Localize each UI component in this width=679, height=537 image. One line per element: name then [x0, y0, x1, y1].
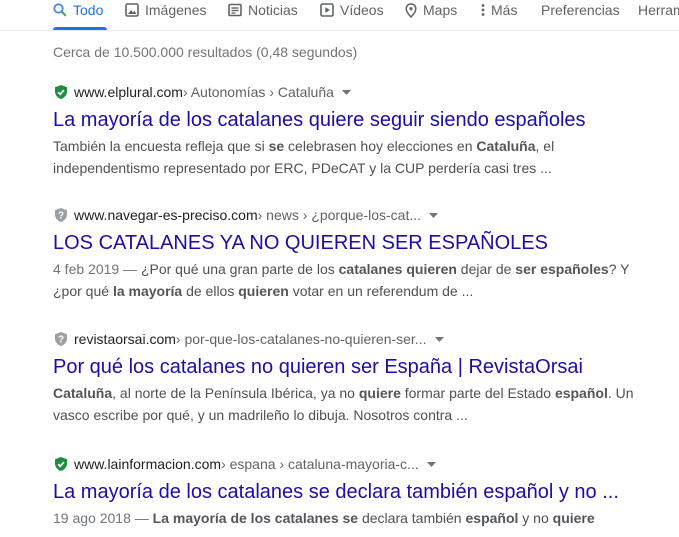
result-title-link[interactable]: La mayoría de los catalanes se declara t… — [53, 479, 653, 505]
snippet-highlight: La mayoría de los catalanes se — [152, 510, 359, 526]
result-url[interactable]: www.elplural.com › Autonomías › Cataluña — [53, 82, 653, 102]
result-domain: www.elplural.com — [74, 84, 183, 100]
tab-noticias[interactable]: Noticias — [228, 0, 298, 20]
snippet-text: votar en un referendum de ... — [288, 283, 474, 299]
video-icon — [320, 3, 334, 17]
result-domain: www.lainformacion.com — [74, 456, 222, 472]
tab-label: Maps — [423, 2, 458, 18]
result-date: 19 ago 2018 — — [53, 510, 153, 526]
result-url[interactable]: ? www.navegar-es-preciso.com › news › ¿p… — [53, 205, 653, 225]
result-breadcrumb: › Autonomías › Cataluña — [182, 84, 334, 100]
tab-videos[interactable]: Vídeos — [320, 0, 384, 20]
snippet-highlight: catalanes quieren — [338, 261, 457, 277]
search-result: www.lainformacion.com › espana › catalun… — [53, 454, 653, 529]
snippet-highlight: español — [465, 510, 519, 526]
caret-down-icon[interactable] — [341, 89, 351, 95]
result-snippet: 19 ago 2018 — La mayoría de los catalane… — [53, 507, 638, 529]
caret-down-icon[interactable] — [429, 212, 439, 218]
tab-label: Herram — [638, 2, 679, 18]
caret-down-icon[interactable] — [426, 461, 436, 467]
tab-label: Más — [491, 2, 518, 18]
tab-imagenes[interactable]: Imágenes — [125, 0, 206, 20]
result-breadcrumb: › espana › cataluna-mayoria-c... — [221, 456, 419, 472]
snippet-highlight: la mayoría — [112, 283, 183, 299]
svg-text:?: ? — [58, 211, 64, 222]
search-result: ? www.navegar-es-preciso.com › news › ¿p… — [53, 205, 653, 302]
result-breadcrumb: › por-que-los-catalanes-no-quieren-ser..… — [175, 331, 427, 347]
snippet-text: y no — [518, 510, 553, 526]
tab-label: Preferencias — [541, 2, 620, 18]
result-url[interactable]: www.lainformacion.com › espana › catalun… — [53, 454, 653, 474]
tab-maps[interactable]: Maps — [405, 0, 457, 20]
result-domain: www.navegar-es-preciso.com — [74, 207, 258, 223]
map-pin-icon — [405, 2, 417, 18]
snippet-highlight: quiere — [358, 385, 401, 401]
result-breadcrumb: › news › ¿porque-los-cat... — [257, 207, 422, 223]
search-result: www.elplural.com › Autonomías › Cataluña… — [53, 82, 653, 179]
result-date: 4 feb 2019 — — [53, 261, 141, 277]
snippet-highlight: Cataluña — [53, 385, 113, 401]
tab-todo[interactable]: Todo — [53, 0, 108, 30]
svg-text:?: ? — [58, 335, 64, 346]
snippet-highlight: quieren — [238, 283, 289, 299]
news-icon — [228, 3, 242, 17]
result-title-link[interactable]: Por qué los catalanes no quieren ser Esp… — [53, 354, 653, 380]
snippet-highlight: ser españoles — [515, 261, 609, 277]
result-snippet: También la encuesta refleja que si se ce… — [53, 135, 638, 179]
shield-icon: ? — [53, 207, 74, 223]
tab-preferencias[interactable]: Preferencias — [541, 0, 620, 20]
shield-icon: ? — [53, 331, 74, 347]
snippet-text: También la encuesta refleja que si — [53, 138, 269, 154]
tab-label: Todo — [73, 2, 104, 18]
snippet-highlight: quiere — [552, 510, 595, 526]
image-icon — [125, 3, 139, 17]
search-tabs: Todo Imágenes Noticias Vídeos Maps Más P… — [0, 0, 679, 31]
snippet-highlight: se — [268, 138, 285, 154]
result-title-link[interactable]: La mayoría de los catalanes quiere segui… — [53, 107, 653, 133]
search-result: ? revistaorsai.com › por-que-los-catalan… — [53, 329, 653, 426]
snippet-text: dejar de — [456, 261, 516, 277]
snippet-text: declara también — [358, 510, 466, 526]
result-snippet: 4 feb 2019 — ¿Por qué una gran parte de … — [53, 258, 638, 302]
shield-icon — [53, 456, 74, 472]
result-domain: revistaorsai.com — [74, 331, 176, 347]
result-snippet: Cataluña, al norte de la Península Ibéri… — [53, 382, 638, 426]
snippet-text: de ellos — [182, 283, 239, 299]
snippet-text: , al norte de la Península Ibérica, ya n… — [112, 385, 359, 401]
snippet-highlight: Cataluña — [476, 138, 536, 154]
snippet-highlight: español — [554, 385, 608, 401]
shield-icon — [53, 84, 74, 100]
tab-label: Imágenes — [145, 2, 207, 18]
result-title-link[interactable]: LOS CATALANES YA NO QUIEREN SER ESPAÑOLE… — [53, 230, 653, 256]
tab-label: Noticias — [248, 2, 298, 18]
result-url[interactable]: ? revistaorsai.com › por-que-los-catalan… — [53, 329, 653, 349]
snippet-text: ¿Por qué una gran parte de los — [140, 261, 339, 277]
snippet-text: celebrasen hoy elecciones en — [284, 138, 477, 154]
tab-mas[interactable]: Más — [481, 0, 517, 20]
search-icon — [53, 3, 67, 17]
more-vertical-icon — [481, 4, 485, 16]
result-stats: Cerca de 10.500.000 resultados (0,48 seg… — [53, 44, 358, 60]
tab-label: Vídeos — [340, 2, 384, 18]
caret-down-icon[interactable] — [434, 336, 444, 342]
snippet-text: formar parte del Estado — [400, 385, 555, 401]
tab-herramientas[interactable]: Herram — [638, 0, 679, 20]
